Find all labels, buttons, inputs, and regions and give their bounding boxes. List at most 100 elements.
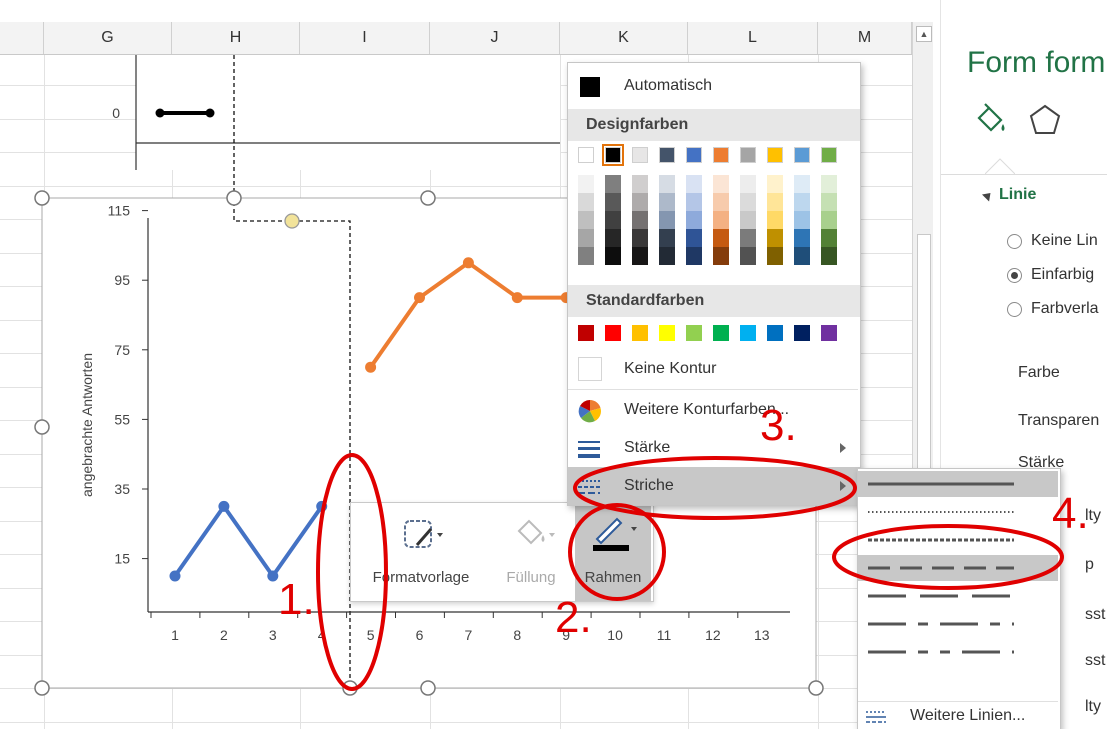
series-2-point[interactable] xyxy=(511,292,523,304)
theme-shade-swatch[interactable] xyxy=(578,193,594,211)
selection-handle[interactable] xyxy=(34,680,50,696)
theme-shade-swatch[interactable] xyxy=(713,175,729,193)
menu-more-lines[interactable]: Weitere Linien... xyxy=(858,703,1058,729)
selection-handle[interactable] xyxy=(34,190,50,206)
scroll-up-arrow-icon[interactable]: ▲ xyxy=(916,26,932,42)
dash-style-option[interactable] xyxy=(858,527,1058,553)
radio-solid-line[interactable] xyxy=(1007,268,1022,283)
standard-color-swatch[interactable] xyxy=(767,325,783,341)
theme-shade-swatch[interactable] xyxy=(713,193,729,211)
theme-shade-swatch[interactable] xyxy=(659,247,675,265)
selection-handle[interactable] xyxy=(226,190,242,206)
theme-shade-swatch[interactable] xyxy=(578,247,594,265)
dash-style-option[interactable] xyxy=(858,611,1058,637)
selection-handle[interactable] xyxy=(420,680,436,696)
theme-shade-swatch[interactable] xyxy=(767,175,783,193)
rahmen-button[interactable]: Rahmen xyxy=(575,503,651,601)
theme-color-swatch[interactable] xyxy=(602,144,624,166)
standard-color-swatch[interactable] xyxy=(632,325,648,341)
theme-shade-swatch[interactable] xyxy=(794,211,810,229)
theme-shade-swatch[interactable] xyxy=(605,175,621,193)
theme-shade-swatch[interactable] xyxy=(578,211,594,229)
theme-color-swatch[interactable] xyxy=(713,147,729,163)
option-solid-line[interactable]: Einfarbig xyxy=(1031,266,1094,284)
theme-color-swatch[interactable] xyxy=(794,147,810,163)
series-2-point[interactable] xyxy=(414,292,425,304)
theme-shade-swatch[interactable] xyxy=(767,211,783,229)
theme-shade-swatch[interactable] xyxy=(659,193,675,211)
theme-color-swatch[interactable] xyxy=(821,147,837,163)
theme-shade-swatch[interactable] xyxy=(659,229,675,247)
theme-color-swatch[interactable] xyxy=(578,147,594,163)
menu-more-colors[interactable]: Weitere Konturfarben... xyxy=(568,391,860,429)
series-1-point[interactable] xyxy=(267,570,279,582)
selection-handle[interactable] xyxy=(342,680,358,696)
standard-color-swatch[interactable] xyxy=(686,325,702,341)
theme-shade-swatch[interactable] xyxy=(686,211,702,229)
option-gradient-line[interactable]: Farbverla xyxy=(1031,300,1099,318)
theme-shade-swatch[interactable] xyxy=(794,175,810,193)
theme-shade-swatch[interactable] xyxy=(767,193,783,211)
menu-automatic[interactable]: Automatisch xyxy=(568,67,860,105)
adjustment-handle[interactable] xyxy=(284,213,300,229)
theme-shade-swatch[interactable] xyxy=(686,193,702,211)
option-no-line[interactable]: Keine Lin xyxy=(1031,232,1098,250)
radio-gradient-line[interactable] xyxy=(1007,302,1022,317)
selection-handle[interactable] xyxy=(808,680,824,696)
theme-color-swatch[interactable] xyxy=(740,147,756,163)
dash-style-option[interactable] xyxy=(858,499,1058,525)
theme-shade-swatch[interactable] xyxy=(821,211,837,229)
series-1-point[interactable] xyxy=(316,500,328,512)
standard-color-swatch[interactable] xyxy=(740,325,756,341)
theme-shade-swatch[interactable] xyxy=(605,211,621,229)
theme-shade-swatch[interactable] xyxy=(740,193,756,211)
theme-color-swatch[interactable] xyxy=(767,147,783,163)
standard-color-swatch[interactable] xyxy=(578,325,594,341)
menu-dashes[interactable]: Striche xyxy=(568,467,860,505)
collapse-triangle-icon[interactable] xyxy=(981,189,995,202)
series-1-point[interactable] xyxy=(169,570,181,582)
effects-pentagon-icon[interactable] xyxy=(1023,100,1067,140)
standard-color-swatch[interactable] xyxy=(659,325,675,341)
theme-shade-swatch[interactable] xyxy=(794,247,810,265)
theme-shade-swatch[interactable] xyxy=(605,229,621,247)
theme-shade-swatch[interactable] xyxy=(632,229,648,247)
theme-shade-swatch[interactable] xyxy=(686,229,702,247)
theme-color-swatch[interactable] xyxy=(686,147,702,163)
formatvorlage-button[interactable]: Formatvorlage xyxy=(351,503,491,601)
theme-shade-swatch[interactable] xyxy=(821,175,837,193)
theme-shade-swatch[interactable] xyxy=(740,175,756,193)
theme-shade-swatch[interactable] xyxy=(605,193,621,211)
theme-shade-swatch[interactable] xyxy=(821,247,837,265)
theme-shade-swatch[interactable] xyxy=(578,229,594,247)
fill-line-icon[interactable] xyxy=(971,100,1015,140)
standard-color-swatch[interactable] xyxy=(821,325,837,341)
theme-color-swatch[interactable] xyxy=(632,147,648,163)
theme-shade-swatch[interactable] xyxy=(605,247,621,265)
theme-shade-swatch[interactable] xyxy=(632,193,648,211)
dash-style-option[interactable] xyxy=(858,471,1058,497)
standard-color-swatch[interactable] xyxy=(794,325,810,341)
theme-shade-swatch[interactable] xyxy=(632,247,648,265)
standard-color-swatch[interactable] xyxy=(713,325,729,341)
series-2-point[interactable] xyxy=(365,361,377,373)
theme-shade-swatch[interactable] xyxy=(686,247,702,265)
theme-shade-swatch[interactable] xyxy=(659,175,675,193)
selection-handle[interactable] xyxy=(420,190,436,206)
series-1-point[interactable] xyxy=(218,500,230,512)
theme-shade-swatch[interactable] xyxy=(713,211,729,229)
dash-style-option[interactable] xyxy=(858,555,1058,581)
theme-shade-swatch[interactable] xyxy=(794,229,810,247)
standard-color-swatch[interactable] xyxy=(605,325,621,341)
theme-shade-swatch[interactable] xyxy=(713,229,729,247)
theme-shade-swatch[interactable] xyxy=(740,229,756,247)
theme-shade-swatch[interactable] xyxy=(686,175,702,193)
series-2-point[interactable] xyxy=(462,257,474,269)
radio-no-line[interactable] xyxy=(1007,234,1022,249)
section-linie[interactable]: Linie xyxy=(999,186,1036,204)
theme-shade-swatch[interactable] xyxy=(740,211,756,229)
menu-weight[interactable]: Stärke xyxy=(568,429,860,467)
selection-handle[interactable] xyxy=(34,419,50,435)
theme-shade-swatch[interactable] xyxy=(632,175,648,193)
theme-shade-swatch[interactable] xyxy=(713,247,729,265)
